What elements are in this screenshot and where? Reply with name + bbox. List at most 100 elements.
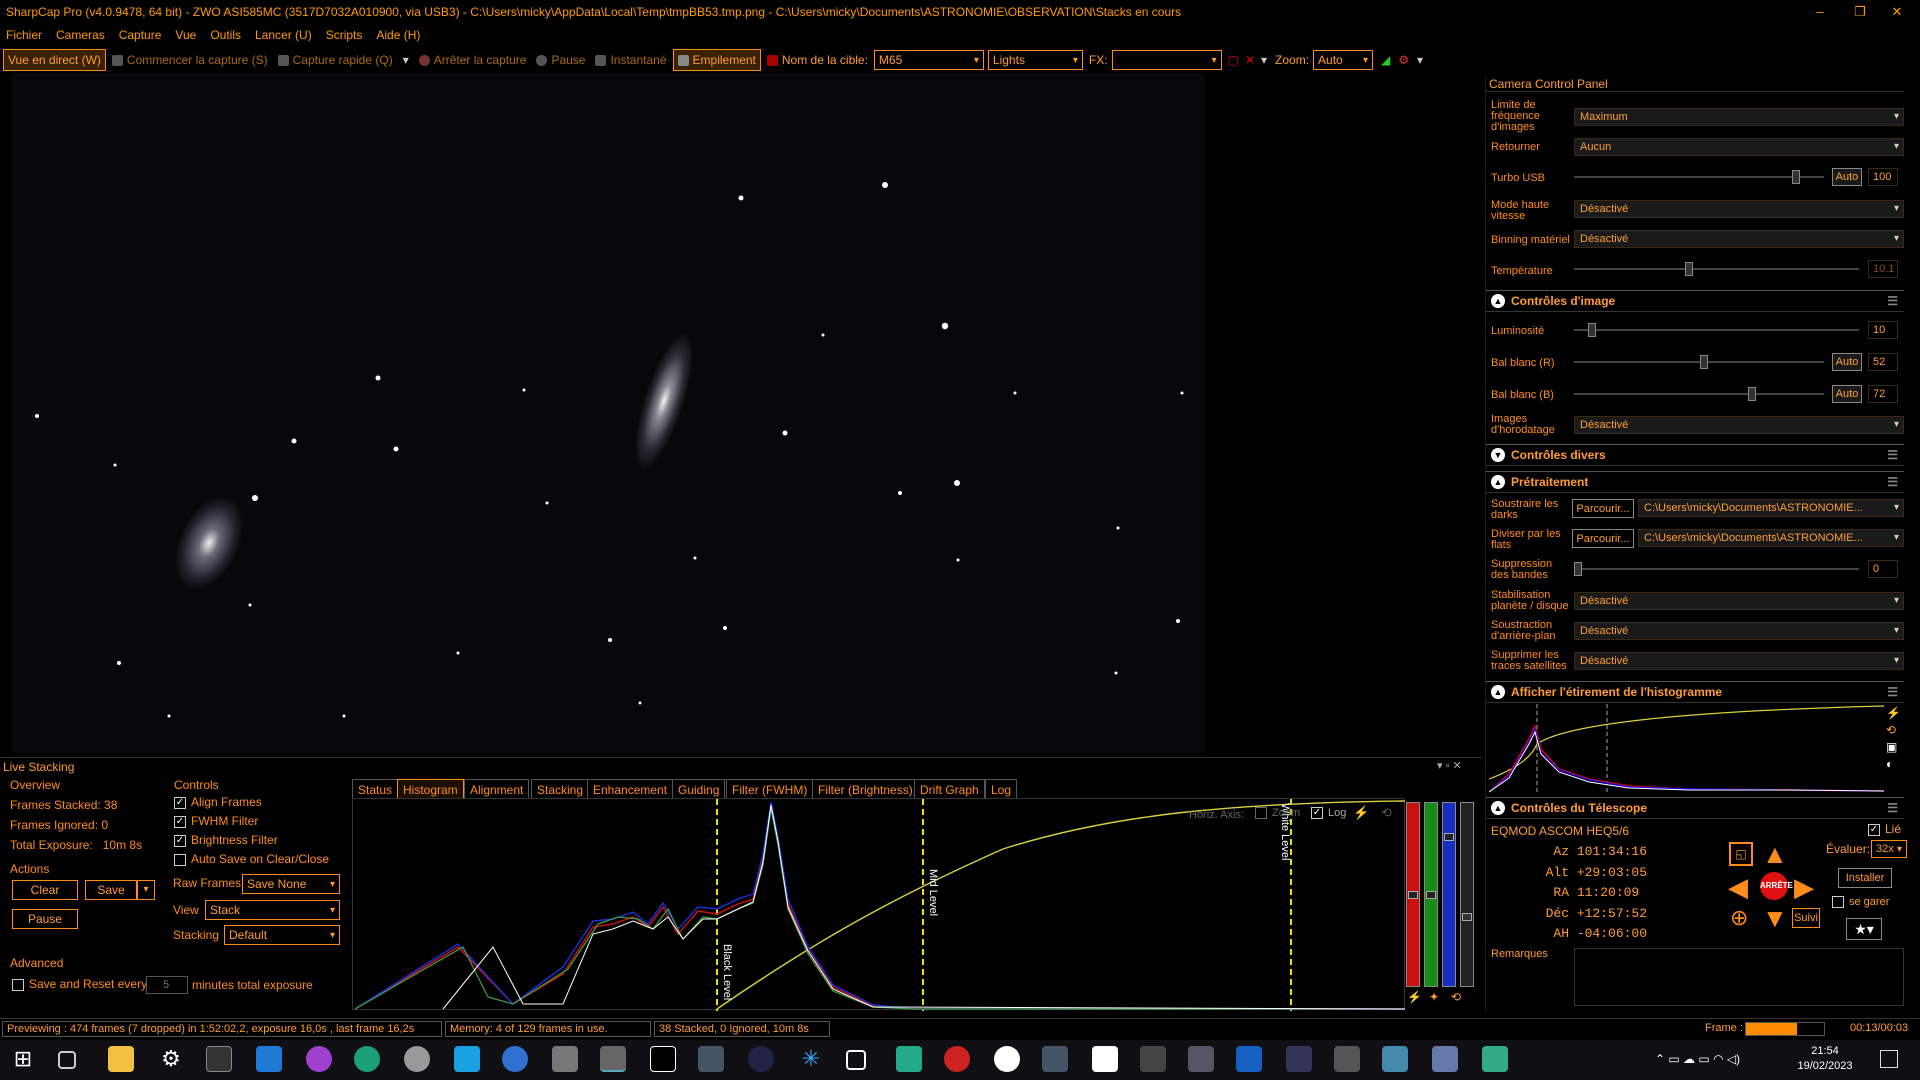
tab-log[interactable]: Log	[985, 779, 1018, 799]
install-button[interactable]: Installer	[1838, 868, 1892, 888]
center-icon[interactable]: ◱	[1729, 842, 1753, 866]
wb-blue-slider[interactable]	[1574, 385, 1824, 403]
stop-button[interactable]: ARRÊTE	[1760, 872, 1793, 900]
reset-icon[interactable]: ⟲	[1381, 805, 1392, 821]
darks-browse-button[interactable]: Parcourir...	[1572, 499, 1634, 518]
chevron-down-icon[interactable]: ▾	[1417, 53, 1423, 67]
histogram-stretch-header[interactable]: ▲ Afficher l'étirement de l'histogramme ☰	[1486, 681, 1904, 703]
menu-lancer[interactable]: Lancer (U)	[255, 28, 312, 42]
slider-thumb[interactable]	[1748, 387, 1756, 401]
brightness-filter-checkbox[interactable]: ✓ Brightness Filter	[174, 833, 278, 847]
slider-thumb[interactable]	[1574, 562, 1582, 576]
windows-start-icon[interactable]: ⊞	[10, 1046, 36, 1072]
turbo-auto-button[interactable]: Auto	[1832, 168, 1862, 186]
linked-checkbox[interactable]: ✓ Lié	[1868, 822, 1901, 836]
close-button[interactable]: ✕	[1874, 0, 1920, 24]
arrow-up-icon[interactable]: ▲	[1762, 840, 1788, 868]
notion-icon[interactable]	[206, 1046, 232, 1072]
mail-icon[interactable]	[256, 1046, 282, 1072]
stabilisation-select[interactable]: Désactivé	[1574, 592, 1904, 610]
system-tray-icons[interactable]: ⌃ ▭ ☁ ▭ ◠ ◁)	[1655, 1052, 1740, 1066]
view-select[interactable]: Stack	[205, 900, 340, 920]
messenger-icon[interactable]	[306, 1046, 332, 1072]
app-icon[interactable]	[994, 1046, 1020, 1072]
app-icon[interactable]	[1334, 1046, 1360, 1072]
brightness-value[interactable]: 10	[1868, 321, 1898, 339]
app-icon[interactable]	[454, 1046, 480, 1072]
blue-level-slider[interactable]	[1442, 802, 1456, 987]
checkbox-icon[interactable]	[12, 978, 24, 991]
file-explorer-icon[interactable]	[108, 1046, 134, 1072]
telescope-controls-header[interactable]: ▲ Contrôles du Télescope ☰	[1486, 797, 1904, 819]
slider-thumb[interactable]	[1792, 170, 1800, 184]
wb-red-slider[interactable]	[1574, 353, 1824, 371]
park-checkbox[interactable]: se garer	[1832, 896, 1889, 909]
tab-filter-fwhm[interactable]: Filter (FWHM)	[726, 779, 814, 799]
app-icon[interactable]	[896, 1046, 922, 1072]
auto-save-checkbox[interactable]: Auto Save on Clear/Close	[174, 852, 329, 866]
flats-browse-button[interactable]: Parcourir...	[1572, 529, 1634, 548]
image-controls-header[interactable]: ▲ Contrôles d'image ☰	[1486, 290, 1904, 312]
edge-icon[interactable]	[354, 1046, 380, 1072]
checkbox-icon[interactable]	[1832, 896, 1844, 909]
zoom-checkbox[interactable]: Zoom	[1255, 807, 1300, 820]
raw-frames-select[interactable]: Save None	[242, 874, 340, 894]
save-reset-checkbox[interactable]: Save and Reset every	[12, 977, 147, 991]
timestamp-select[interactable]: Désactivé	[1574, 416, 1904, 434]
checkbox-icon[interactable]	[1255, 807, 1267, 820]
preprocessing-header[interactable]: ▲ Prétraitement ☰	[1486, 471, 1904, 493]
tab-stacking[interactable]: Stacking	[531, 779, 590, 799]
pause-stack-button[interactable]: Pause	[12, 909, 78, 929]
tab-enhancement[interactable]: Enhancement	[587, 779, 674, 799]
flats-path-select[interactable]: C:\Users\micky\Documents\ASTRONOMIE...	[1638, 529, 1904, 547]
app-icon[interactable]	[846, 1050, 866, 1070]
track-button[interactable]: Suivi	[1792, 908, 1820, 928]
app-icon[interactable]	[1432, 1046, 1458, 1072]
task-view-icon[interactable]	[58, 1051, 76, 1069]
flash-icon[interactable]: ⚡	[1353, 805, 1369, 821]
app-icon[interactable]	[1092, 1046, 1118, 1072]
target-icon[interactable]: ⊕	[1730, 906, 1748, 930]
sharpcap-icon[interactable]	[600, 1046, 626, 1072]
tab-guiding[interactable]: Guiding	[672, 779, 726, 799]
menu-cameras[interactable]: Cameras	[56, 28, 105, 42]
frame-rate-select[interactable]: Maximum	[1574, 108, 1904, 126]
satellite-select[interactable]: Désactivé	[1574, 652, 1904, 670]
notes-textarea[interactable]	[1574, 948, 1904, 1006]
target-name-select[interactable]: M65	[873, 50, 984, 70]
rate-select[interactable]: 32x	[1871, 840, 1907, 858]
green-level-slider[interactable]	[1424, 802, 1438, 987]
app-icon[interactable]	[1382, 1046, 1408, 1072]
menu-scripts[interactable]: Scripts	[326, 28, 363, 42]
app-icon[interactable]	[404, 1046, 430, 1072]
contrast-icon[interactable]: ◐	[1886, 757, 1902, 771]
app-icon[interactable]	[1236, 1046, 1262, 1072]
flash-icon[interactable]: ⚡	[1407, 990, 1422, 1004]
histogram-icon[interactable]: ◢	[1381, 53, 1390, 67]
stop-capture-button[interactable]: Arrêter la capture	[415, 49, 531, 71]
start-capture-button[interactable]: Commencer la capture (S)	[108, 49, 272, 71]
reset-icon[interactable]: ⟲	[1451, 990, 1461, 1004]
app-icon[interactable]	[1482, 1046, 1508, 1072]
tab-histogram[interactable]: Histogram	[397, 779, 464, 799]
app-icon[interactable]	[650, 1046, 676, 1072]
menu-icon[interactable]: ☰	[1887, 475, 1898, 489]
background-select[interactable]: Désactivé	[1574, 622, 1904, 640]
menu-fichier[interactable]: Fichier	[6, 28, 42, 42]
zoom-select[interactable]: Auto	[1313, 50, 1374, 70]
save-icon[interactable]: ▣	[1886, 740, 1902, 754]
banding-slider[interactable]	[1574, 560, 1859, 578]
log-checkbox[interactable]: ✓ Log	[1311, 807, 1346, 820]
high-speed-select[interactable]: Désactivé	[1574, 200, 1904, 218]
wb-red-value[interactable]: 52	[1868, 353, 1898, 371]
menu-capture[interactable]: Capture	[119, 28, 162, 42]
turbo-value[interactable]: 100	[1868, 168, 1898, 186]
fx-select[interactable]	[1111, 50, 1222, 70]
app-icon[interactable]	[698, 1046, 724, 1072]
quick-capture-button[interactable]: Capture rapide (Q) ▾	[274, 49, 413, 71]
notifications-icon[interactable]	[1880, 1050, 1898, 1068]
wb-red-auto-button[interactable]: Auto	[1832, 353, 1862, 371]
crop-icon[interactable]: ▢	[1228, 53, 1239, 67]
app-icon[interactable]	[1042, 1046, 1068, 1072]
checkbox-icon[interactable]	[174, 853, 186, 866]
